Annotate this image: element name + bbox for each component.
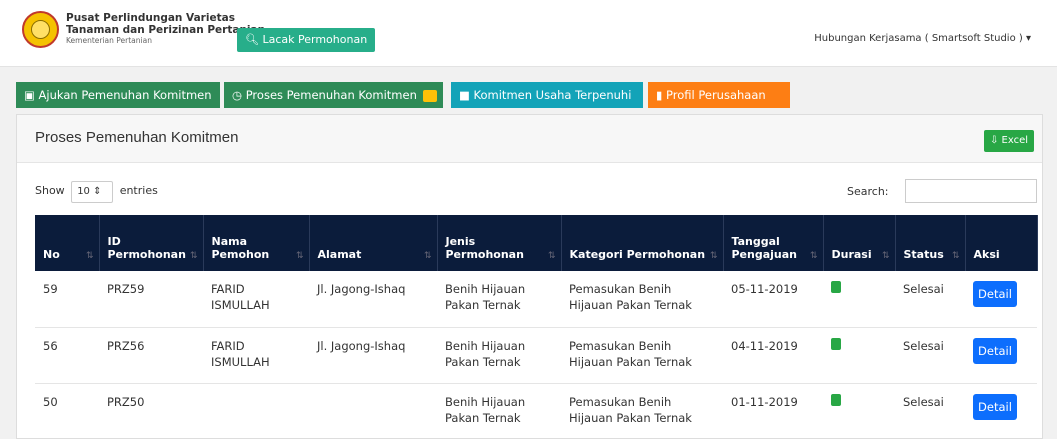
col-header-status[interactable]: Status ⇅ — [895, 215, 966, 271]
chat-badge-icon — [422, 89, 437, 102]
cell-status: Selesai — [895, 327, 965, 384]
cell-tanggal: 05-11-2019 — [723, 271, 823, 328]
col-header-nama[interactable]: Nama Pemohon ⇅ — [203, 215, 310, 271]
panel-title: Proses Pemenuhan Komitmen — [35, 129, 239, 146]
cell-id: PRZ59 — [99, 271, 203, 328]
applications-table: No ⇅ ID Permohonan ⇅ Nama Pemohon ⇅ Alamat ⇅… — [35, 215, 1038, 439]
cell-durasi — [823, 327, 895, 384]
col-header-jenis[interactable]: Jenis Permohonan ⇅ — [437, 215, 562, 271]
caret-down-icon: ▾ — [1025, 33, 1031, 44]
ministry-logo — [22, 11, 59, 48]
cell-id: PRZ56 — [99, 327, 203, 384]
cell-tanggal: 01-11-2019 — [723, 383, 823, 439]
duration-indicator-icon — [831, 281, 841, 293]
col-header-alamat[interactable]: Alamat ⇅ — [309, 215, 438, 271]
detail-button[interactable]: Detail — [973, 393, 1017, 420]
brand-line-2: Tanaman dan Perizinan Pertanian — [66, 24, 266, 36]
show-label: Show — [35, 184, 65, 197]
process-panel: Proses Pemenuhan Komitmen ⇩ Excel Show 1… — [16, 114, 1043, 439]
table-header-row: No ⇅ ID Permohonan ⇅ Nama Pemohon ⇅ Alamat ⇅… — [35, 215, 1038, 271]
col-header-durasi[interactable]: Durasi ⇅ — [823, 215, 896, 271]
cell-no: 59 — [35, 271, 99, 328]
panel-header: Proses Pemenuhan Komitmen ⇩ Excel — [17, 115, 1042, 163]
cell-tanggal: 04-11-2019 — [723, 327, 823, 384]
tab-proses-komitmen[interactable]: ◷ Proses Pemenuhan Komitmen — [224, 82, 443, 108]
cell-nama: FARID ISMULLAH — [203, 327, 309, 384]
cell-durasi — [823, 383, 895, 439]
cell-aksi: Detail — [965, 327, 1037, 384]
entries-select[interactable]: 10 ⇕ — [71, 181, 114, 203]
tab-komitmen-terpenuhi[interactable]: ■ Komitmen Usaha Terpenuhi — [451, 82, 643, 108]
cell-alamat — [309, 383, 437, 439]
tab-profil-perusahaan[interactable]: ▮ Profil Perusahaan — [648, 82, 790, 108]
cell-status: Selesai — [895, 271, 965, 328]
detail-button[interactable]: Detail — [973, 337, 1017, 364]
col-header-no[interactable]: No ⇅ — [35, 215, 100, 271]
cell-aksi: Detail — [965, 271, 1037, 328]
cell-kategori: Pemasukan Benih Hijauan Pakan Ternak — [561, 383, 723, 439]
cell-jenis: Benih Hijauan Pakan Ternak — [437, 383, 561, 439]
brand-title: Pusat Perlindungan Varietas Tanaman dan … — [66, 12, 265, 46]
cell-id: PRZ50 — [99, 383, 203, 439]
cell-no: 50 — [35, 383, 99, 439]
search-input[interactable] — [905, 179, 1037, 203]
track-application-label: Lacak Permohonan — [262, 33, 368, 46]
export-excel-button[interactable]: ⇩ Excel — [984, 130, 1034, 152]
cell-kategori: Pemasukan Benih Hijauan Pakan Ternak — [561, 271, 723, 328]
entries-value: 10 — [77, 186, 90, 197]
tab-label: Ajukan Pemenuhan Komitmen — [38, 88, 212, 102]
cell-alamat: Jl. Jagong-Ishaq — [309, 271, 437, 328]
file-icon: ▣ — [24, 88, 35, 102]
detail-button[interactable]: Detail — [973, 281, 1017, 307]
briefcase-icon: ■ — [459, 88, 470, 102]
table-row: 59 PRZ59 FARID ISMULLAH Jl. Jagong-Ishaq… — [35, 271, 1037, 328]
tab-ajukan-komitmen[interactable]: ▣ Ajukan Pemenuhan Komitmen — [16, 82, 220, 108]
cell-nama: FARID ISMULLAH — [203, 271, 309, 328]
track-application-button[interactable]: 🔍︎ Lacak Permohonan — [237, 28, 376, 52]
cell-aksi: Detail — [965, 383, 1037, 439]
search-icon: 🔍︎ — [245, 33, 259, 46]
col-header-tanggal[interactable]: Tanggal Pengajuan ⇅ — [723, 215, 824, 271]
cell-durasi — [823, 271, 895, 328]
brand-line-3: Kementerian Pertanian — [66, 36, 152, 45]
table-row: 50 PRZ50 Benih Hijauan Pakan Ternak Pema… — [35, 383, 1037, 439]
book-icon: ▮ — [656, 88, 663, 102]
cell-nama — [203, 383, 309, 439]
brand-line-1: Pusat Perlindungan Varietas — [66, 12, 235, 24]
download-icon: ⇩ — [989, 135, 999, 146]
tab-label: Komitmen Usaha Terpenuhi — [473, 88, 632, 102]
cell-alamat: Jl. Jagong-Ishaq — [309, 327, 437, 384]
cell-jenis: Benih Hijauan Pakan Ternak — [437, 327, 561, 384]
excel-label: Excel — [1001, 135, 1029, 146]
duration-indicator-icon — [831, 337, 841, 350]
col-header-kategori[interactable]: Kategori Permohonan ⇅ — [561, 215, 724, 271]
entries-label: entries — [119, 184, 158, 197]
table-row: 56 PRZ56 FARID ISMULLAH Jl. Jagong-Ishaq… — [35, 327, 1037, 384]
cell-status: Selesai — [895, 383, 965, 439]
tab-label: Proses Pemenuhan Komitmen — [245, 88, 417, 102]
duration-indicator-icon — [831, 393, 841, 406]
col-header-id[interactable]: ID Permohonan ⇅ — [99, 215, 204, 271]
top-navbar: Pusat Perlindungan Varietas Tanaman dan … — [0, 0, 1057, 67]
col-header-aksi: Aksi — [965, 215, 1038, 271]
user-menu[interactable]: Hubungan Kerjasama ( Smartsoft Studio ) … — [814, 33, 1031, 44]
clock-icon: ◷ — [232, 88, 243, 102]
tab-label: Profil Perusahaan — [666, 88, 766, 102]
page-length-control: Show 10 ⇕ entries — [35, 181, 158, 203]
cell-kategori: Pemasukan Benih Hijauan Pakan Ternak — [561, 327, 723, 384]
cell-no: 56 — [35, 327, 99, 384]
cell-jenis: Benih Hijauan Pakan Ternak — [437, 271, 561, 328]
search-label: Search: — [847, 185, 889, 198]
user-menu-label: Hubungan Kerjasama ( Smartsoft Studio ) — [814, 33, 1023, 44]
